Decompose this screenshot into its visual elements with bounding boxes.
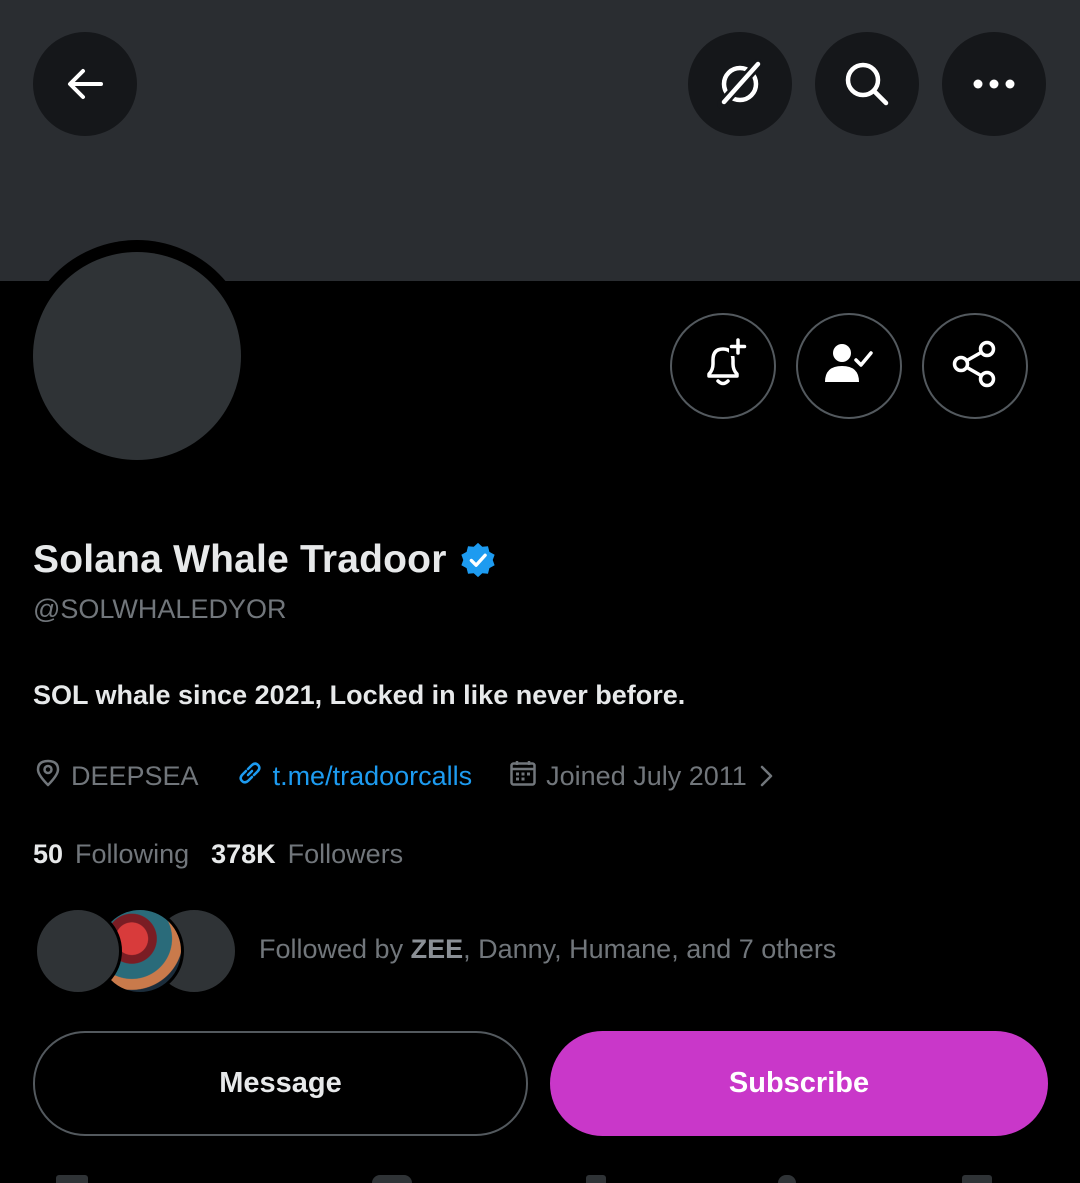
- profile-name-row: Solana Whale Tradoor: [33, 532, 497, 588]
- verified-badge-icon[interactable]: [459, 541, 497, 579]
- share-button[interactable]: [922, 313, 1028, 419]
- joined-text: Joined July 2011: [546, 760, 747, 791]
- more-horizontal-icon: [972, 78, 1016, 90]
- following-button[interactable]: [796, 313, 902, 419]
- share-icon: [947, 336, 1003, 397]
- location-pin-icon: [33, 758, 71, 795]
- joined-item[interactable]: Joined July 2011: [508, 758, 785, 795]
- following-count[interactable]: 50: [33, 839, 63, 870]
- location-text: DEEPSEA: [71, 760, 199, 791]
- tab-stub[interactable]: [56, 1175, 88, 1183]
- tab-stub[interactable]: [778, 1175, 796, 1183]
- subscribe-button[interactable]: Subscribe: [550, 1031, 1048, 1136]
- followers-count[interactable]: 378K: [211, 839, 276, 870]
- profile-meta-row: DEEPSEA t.me/tradoorcalls Joined July 20…: [33, 756, 821, 796]
- tab-stub[interactable]: [962, 1175, 992, 1183]
- followers-label[interactable]: Followers: [288, 839, 404, 870]
- grok-icon: [712, 56, 768, 112]
- profile-page: Solana Whale Tradoor @SOLWHALEDYOR SOL w…: [0, 0, 1080, 1183]
- website-link[interactable]: t.me/tradoorcalls: [273, 761, 473, 792]
- bell-plus-icon: [695, 336, 751, 397]
- display-name: Solana Whale Tradoor: [33, 538, 447, 581]
- followed-by-rest: , Danny, Humane, and 7 others: [463, 934, 837, 964]
- back-button[interactable]: [33, 32, 137, 136]
- grok-button[interactable]: [688, 32, 792, 136]
- notifications-button[interactable]: [670, 313, 776, 419]
- followed-by-prefix: Followed by: [259, 934, 411, 964]
- follower-avatar[interactable]: [34, 907, 122, 995]
- chevron-right-icon: [757, 761, 785, 791]
- profile-banner[interactable]: [0, 0, 1080, 281]
- more-options-button[interactable]: [942, 32, 1046, 136]
- arrow-left-icon: [63, 62, 107, 106]
- link-icon: [235, 758, 273, 795]
- profile-bio: SOL whale since 2021, Locked in like nev…: [33, 680, 686, 710]
- search-icon: [842, 59, 892, 109]
- followed-by-text[interactable]: Followed by ZEE, Danny, Humane, and 7 ot…: [259, 934, 836, 965]
- tab-stub[interactable]: [372, 1175, 412, 1183]
- tab-stub[interactable]: [586, 1175, 606, 1183]
- search-button[interactable]: [815, 32, 919, 136]
- followed-by-highlight: ZEE: [410, 934, 464, 964]
- website-item[interactable]: t.me/tradoorcalls: [235, 758, 473, 795]
- location-item: DEEPSEA: [33, 758, 199, 795]
- profile-stats: 50 Following 378K Followers: [33, 834, 425, 874]
- person-check-icon: [821, 336, 877, 397]
- avatar[interactable]: [33, 252, 241, 460]
- calendar-icon: [508, 758, 546, 795]
- following-label[interactable]: Following: [75, 839, 189, 870]
- message-button[interactable]: Message: [33, 1031, 528, 1136]
- profile-handle: @SOLWHALEDYOR: [33, 594, 287, 624]
